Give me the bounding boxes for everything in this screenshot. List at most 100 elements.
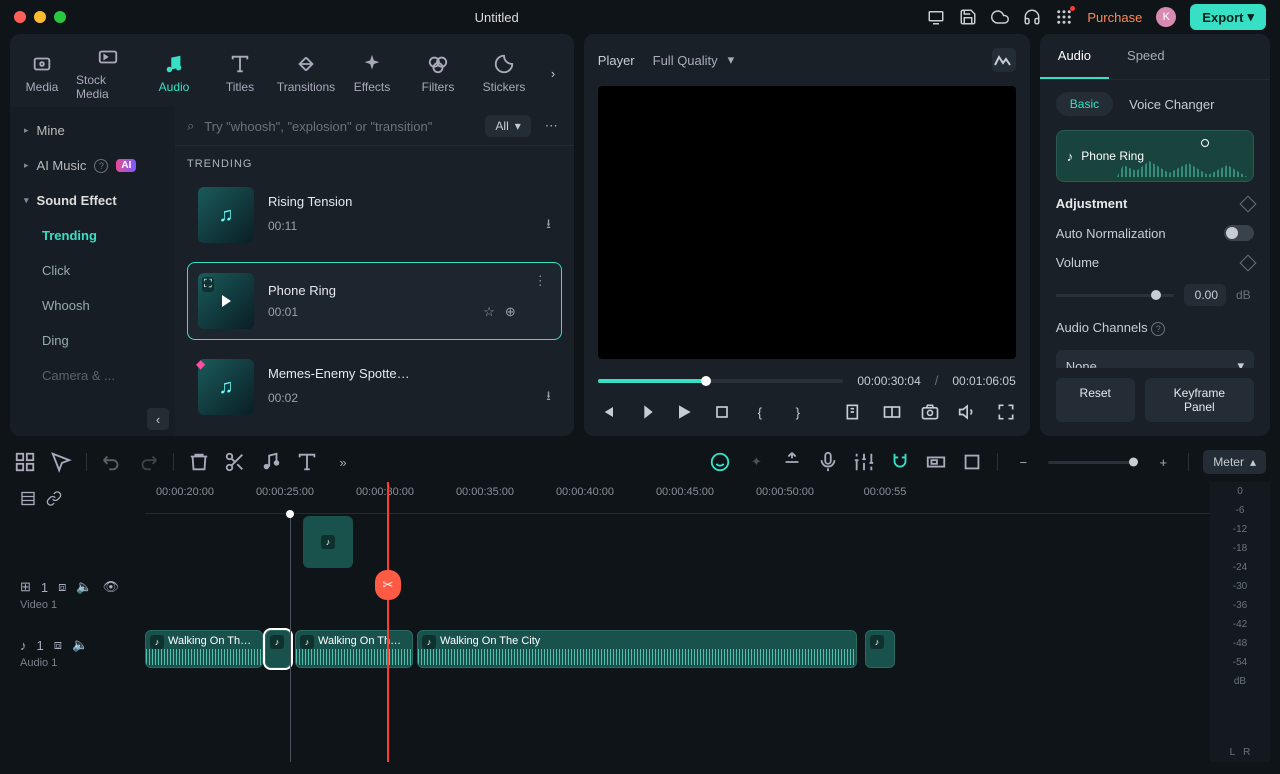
tab-transitions[interactable]: Transitions [274,47,338,100]
zoom-in-icon[interactable]: + [1152,451,1174,473]
meter-dropdown[interactable]: Meter▴ [1203,450,1266,474]
play-button[interactable] [674,402,694,422]
maximize-window[interactable] [54,11,66,23]
compare-icon[interactable] [882,402,902,422]
audio-clip[interactable]: ♪Walking On The City [417,630,857,668]
info-icon[interactable]: ? [1151,322,1165,336]
screen-icon[interactable] [927,8,945,26]
volume-slider[interactable] [1056,294,1174,297]
search-input[interactable]: ⌕Try "whoosh", "explosion" or "transitio… [187,118,475,134]
filter-dropdown[interactable]: All▾ [485,115,530,137]
inspector-tab-speed[interactable]: Speed [1109,34,1183,79]
text-icon[interactable] [296,451,318,473]
close-window[interactable] [14,11,26,23]
marker-icon[interactable] [781,451,803,473]
audio-item-selected[interactable]: ⛶ Phone Ring 00:01 ☆⊕ ⋮ [187,262,562,340]
tab-media[interactable]: Media [10,47,74,100]
keyframe-panel-button[interactable]: Keyframe Panel [1145,378,1254,422]
sidebar-sub-camera[interactable]: Camera & ... [10,358,175,393]
eye-icon[interactable]: 👁 [103,579,120,595]
prev-frame-button[interactable] [598,402,618,422]
audio-thumb[interactable]: ◆♫ [198,359,254,415]
inspector-tab-audio[interactable]: Audio [1040,34,1109,79]
sidebar-ai-music[interactable]: ▸AI Music?AI [10,148,175,183]
mute-icon[interactable]: 🔈 [72,637,88,653]
audio-item[interactable]: ♫ Rising Tension 00:11 ⭳ [187,176,562,254]
dropped-clip[interactable]: ♪ [303,516,353,568]
beat-icon[interactable] [260,451,282,473]
clip-thumbnail[interactable]: ♪ Phone Ring [1056,130,1254,182]
timeline-main[interactable]: 00:00:20:00 00:00:25:00 00:00:30:00 00:0… [145,482,1210,762]
mark-out-button[interactable]: } [788,402,808,422]
sidebar-collapse[interactable]: ‹ [147,408,169,430]
tab-filters[interactable]: Filters [406,47,470,100]
basic-pill[interactable]: Basic [1056,92,1113,116]
zoom-slider[interactable] [1048,461,1138,464]
tabs-scroll-right[interactable]: › [538,66,568,81]
fullscreen-icon[interactable] [996,402,1016,422]
mute-icon[interactable]: 🔈 [76,579,92,595]
zoom-out-icon[interactable]: − [1012,451,1034,473]
sidebar-sound-effect[interactable]: ▾Sound Effect [10,183,175,218]
sidebar-sub-click[interactable]: Click [10,253,175,288]
audio-thumb[interactable]: ♫ [198,187,254,243]
layout-tracks-icon[interactable] [20,489,36,508]
keyframe-icon[interactable] [1240,254,1257,271]
cut-icon[interactable] [224,451,246,473]
link-icon[interactable] [46,489,62,508]
minimize-window[interactable] [34,11,46,23]
sidebar-mine[interactable]: ▸Mine [10,113,175,148]
tab-titles[interactable]: Titles [208,47,272,100]
video-track[interactable] [145,562,1210,620]
add-icon[interactable]: ⊕ [505,304,516,320]
auto-norm-toggle[interactable] [1224,225,1254,241]
download-icon[interactable]: ⭳ [546,387,551,409]
audio-clip[interactable]: ♪ [865,630,895,668]
audio-track[interactable]: ♪Walking On Th… ♪ ♪Walking On Th… ♪Walki… [145,620,1210,678]
marker-list-icon[interactable] [844,402,864,422]
headphones-icon[interactable] [1023,8,1041,26]
timeline-ruler[interactable]: 00:00:20:00 00:00:25:00 00:00:30:00 00:0… [145,482,1210,514]
audio-clip-selected[interactable]: ♪ [265,630,291,668]
save-icon[interactable] [959,8,977,26]
undo-icon[interactable] [101,451,123,473]
mic-icon[interactable] [817,451,839,473]
audio-thumb-play[interactable]: ⛶ [198,273,254,329]
tab-audio[interactable]: Audio [142,47,206,100]
quality-dropdown[interactable]: Full Quality▾ [653,52,735,68]
expand-icon[interactable]: ⛶ [202,277,214,292]
more-tools-icon[interactable]: » [332,451,354,473]
sidebar-sub-ding[interactable]: Ding [10,323,175,358]
favorite-icon[interactable]: ☆ [483,304,495,320]
select-icon[interactable] [50,451,72,473]
volume-icon[interactable] [958,402,978,422]
download-icon[interactable]: ⭳ [546,215,551,237]
cloud-icon[interactable] [991,8,1009,26]
play-pause-button[interactable] [636,402,656,422]
reset-button[interactable]: Reset [1056,378,1135,422]
purchase-link[interactable]: Purchase [1087,10,1142,25]
scope-icon[interactable] [992,48,1016,72]
magnet-icon[interactable] [889,451,911,473]
ratio-icon[interactable] [925,451,947,473]
clip-playhead[interactable] [1201,139,1209,147]
tab-effects[interactable]: Effects [340,47,404,100]
mixer-icon[interactable] [853,451,875,473]
user-avatar[interactable]: K [1156,7,1176,27]
stop-button[interactable] [712,402,732,422]
video-track-head[interactable]: ⊞1⧈🔈👁 Video 1 [10,566,145,624]
keyframe-icon[interactable] [1240,195,1257,212]
sidebar-sub-trending[interactable]: Trending [10,218,175,253]
ai-icon[interactable] [709,451,731,473]
export-button[interactable]: Export▾ [1190,4,1266,30]
audio-item[interactable]: ◆♫ Memes-Enemy Spotte… 00:02 ⭳ [187,348,562,426]
video-viewport[interactable] [598,86,1016,359]
audio-clip[interactable]: ♪Walking On Th… [145,630,263,668]
channels-select[interactable]: None▾ [1056,350,1254,368]
delete-icon[interactable] [188,451,210,473]
sidebar-sub-whoosh[interactable]: Whoosh [10,288,175,323]
item-menu[interactable]: ⋮ [530,273,551,289]
crop-icon[interactable] [961,451,983,473]
volume-value[interactable]: 0.00 [1184,284,1226,306]
mark-in-button[interactable]: { [750,402,770,422]
